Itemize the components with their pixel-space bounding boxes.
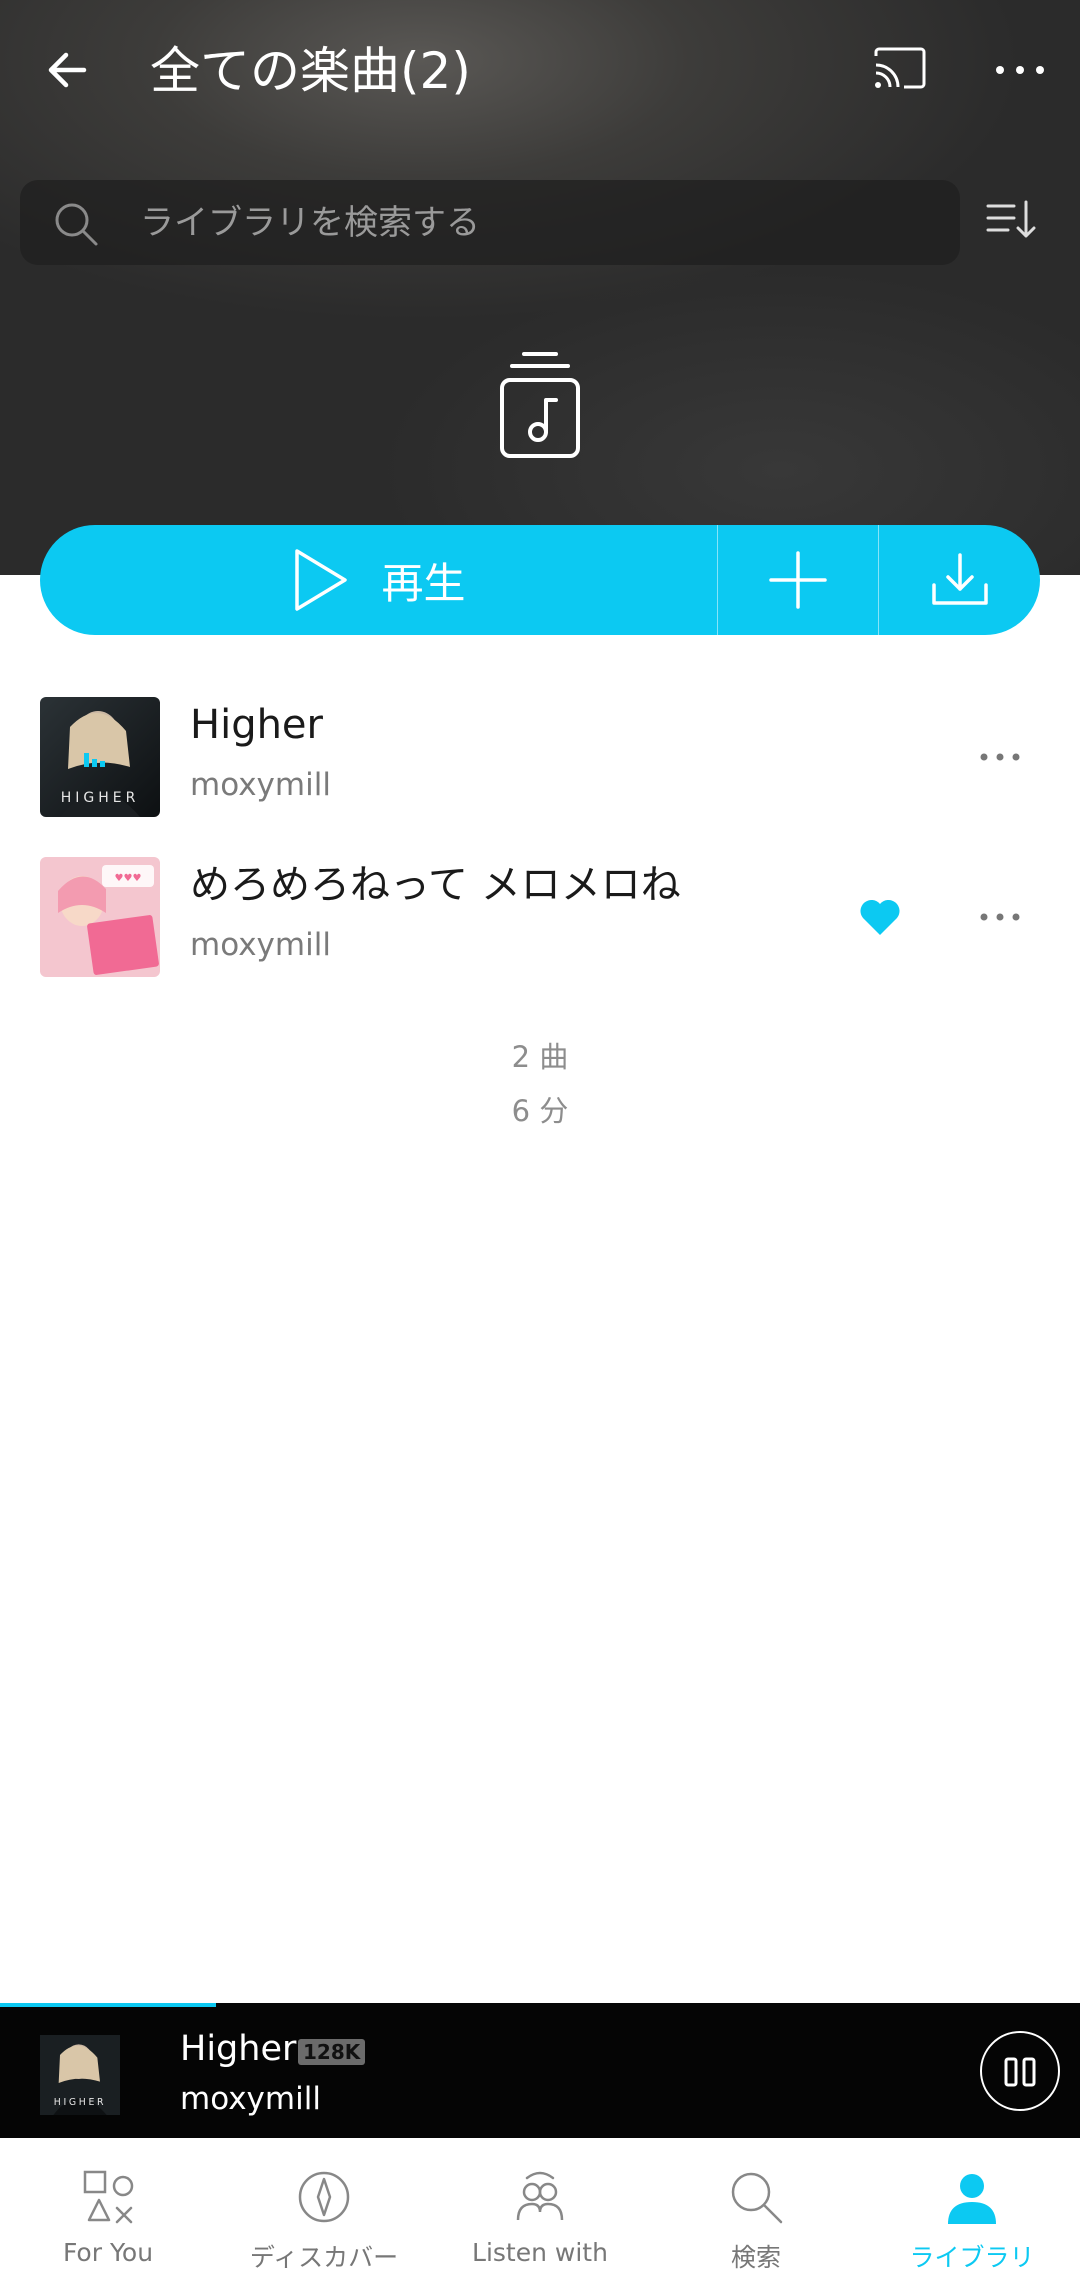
track-row[interactable]: HIGHER Higher moxymill [0,687,1080,827]
search-icon [731,2172,783,2224]
nav-library[interactable]: ライブラリ [864,2138,1080,2289]
nav-label: ディスカバー [249,2243,399,2272]
more-horizontal-icon [980,753,1020,761]
download-icon [931,553,988,605]
playback-progress-bar[interactable] [0,2003,216,2007]
back-arrow-icon [48,52,87,88]
nav-label: For You [62,2238,154,2267]
nav-listen-with[interactable]: Listen with [432,2138,648,2289]
search-icon [55,203,98,246]
track-more-button[interactable] [970,892,1030,942]
play-all-button[interactable]: 再生 [40,525,718,635]
track-artist: moxymill [190,767,331,803]
more-horizontal-icon [980,913,1020,921]
pause-button[interactable] [980,2031,1060,2111]
pause-icon [1004,2057,1036,2087]
play-icon [295,549,348,611]
search-input[interactable] [140,180,920,265]
sort-icon [986,200,1036,238]
cast-button[interactable] [870,40,930,100]
download-button[interactable] [879,525,1040,635]
page-title: 全ての楽曲(2) [150,42,471,100]
nav-label: ライブラリ [909,2243,1035,2272]
cast-icon [874,47,926,89]
svg-text:♥♥♥: ♥♥♥ [115,873,142,884]
track-more-button[interactable] [970,732,1030,782]
app-bar: 全ての楽曲(2) [0,0,1080,140]
svg-text:HIGHER: HIGHER [61,790,140,806]
track-title: めろめろねって メロメロね [190,862,681,908]
mini-player[interactable]: HIGHER Higher 128K moxymill [0,2003,1080,2138]
nav-label: Listen with [472,2238,608,2267]
track-count: 2 曲 [511,1040,569,1074]
people-icon [516,2171,564,2221]
sort-button[interactable] [980,190,1040,250]
mini-player-artist: moxymill [180,2081,321,2117]
nav-discover[interactable]: ディスカバー [216,2138,432,2289]
track-artist: moxymill [190,927,331,963]
back-button[interactable] [40,40,100,100]
play-label: 再生 [381,558,466,608]
action-bar: 再生 [40,525,1040,635]
nav-search[interactable]: 検索 [648,2138,864,2289]
heart-filled-icon [860,899,900,935]
add-to-playlist-button[interactable] [718,525,879,635]
album-art: ♥♥♥ [40,857,160,977]
mini-player-title: Higher [180,2029,297,2069]
compass-icon [298,2171,350,2223]
playlist-music-icon [500,352,580,458]
quality-badge: 128K [298,2039,366,2065]
bottom-navigation: For You ディスカバー Listen with 検索 ライブラリ [0,2138,1080,2289]
like-button[interactable] [858,897,902,937]
more-horizontal-icon [996,66,1044,74]
shapes-icon [83,2170,134,2224]
track-title: Higher [190,702,323,748]
user-icon [948,2174,996,2224]
more-options-button[interactable] [990,40,1050,100]
svg-text:HIGHER: HIGHER [54,2097,106,2108]
mini-player-album-art: HIGHER [40,2035,120,2115]
nav-for-you[interactable]: For You [0,2138,216,2289]
library-summary: 2 曲 6 分 [0,1030,1080,1138]
track-row[interactable]: ♥♥♥ めろめろねって メロメロね moxymill [0,847,1080,987]
total-duration: 6 分 [511,1094,569,1128]
nav-label: 検索 [730,2243,781,2272]
library-search-bar[interactable] [20,180,960,265]
album-art: HIGHER [40,697,160,817]
plus-icon [769,551,827,609]
